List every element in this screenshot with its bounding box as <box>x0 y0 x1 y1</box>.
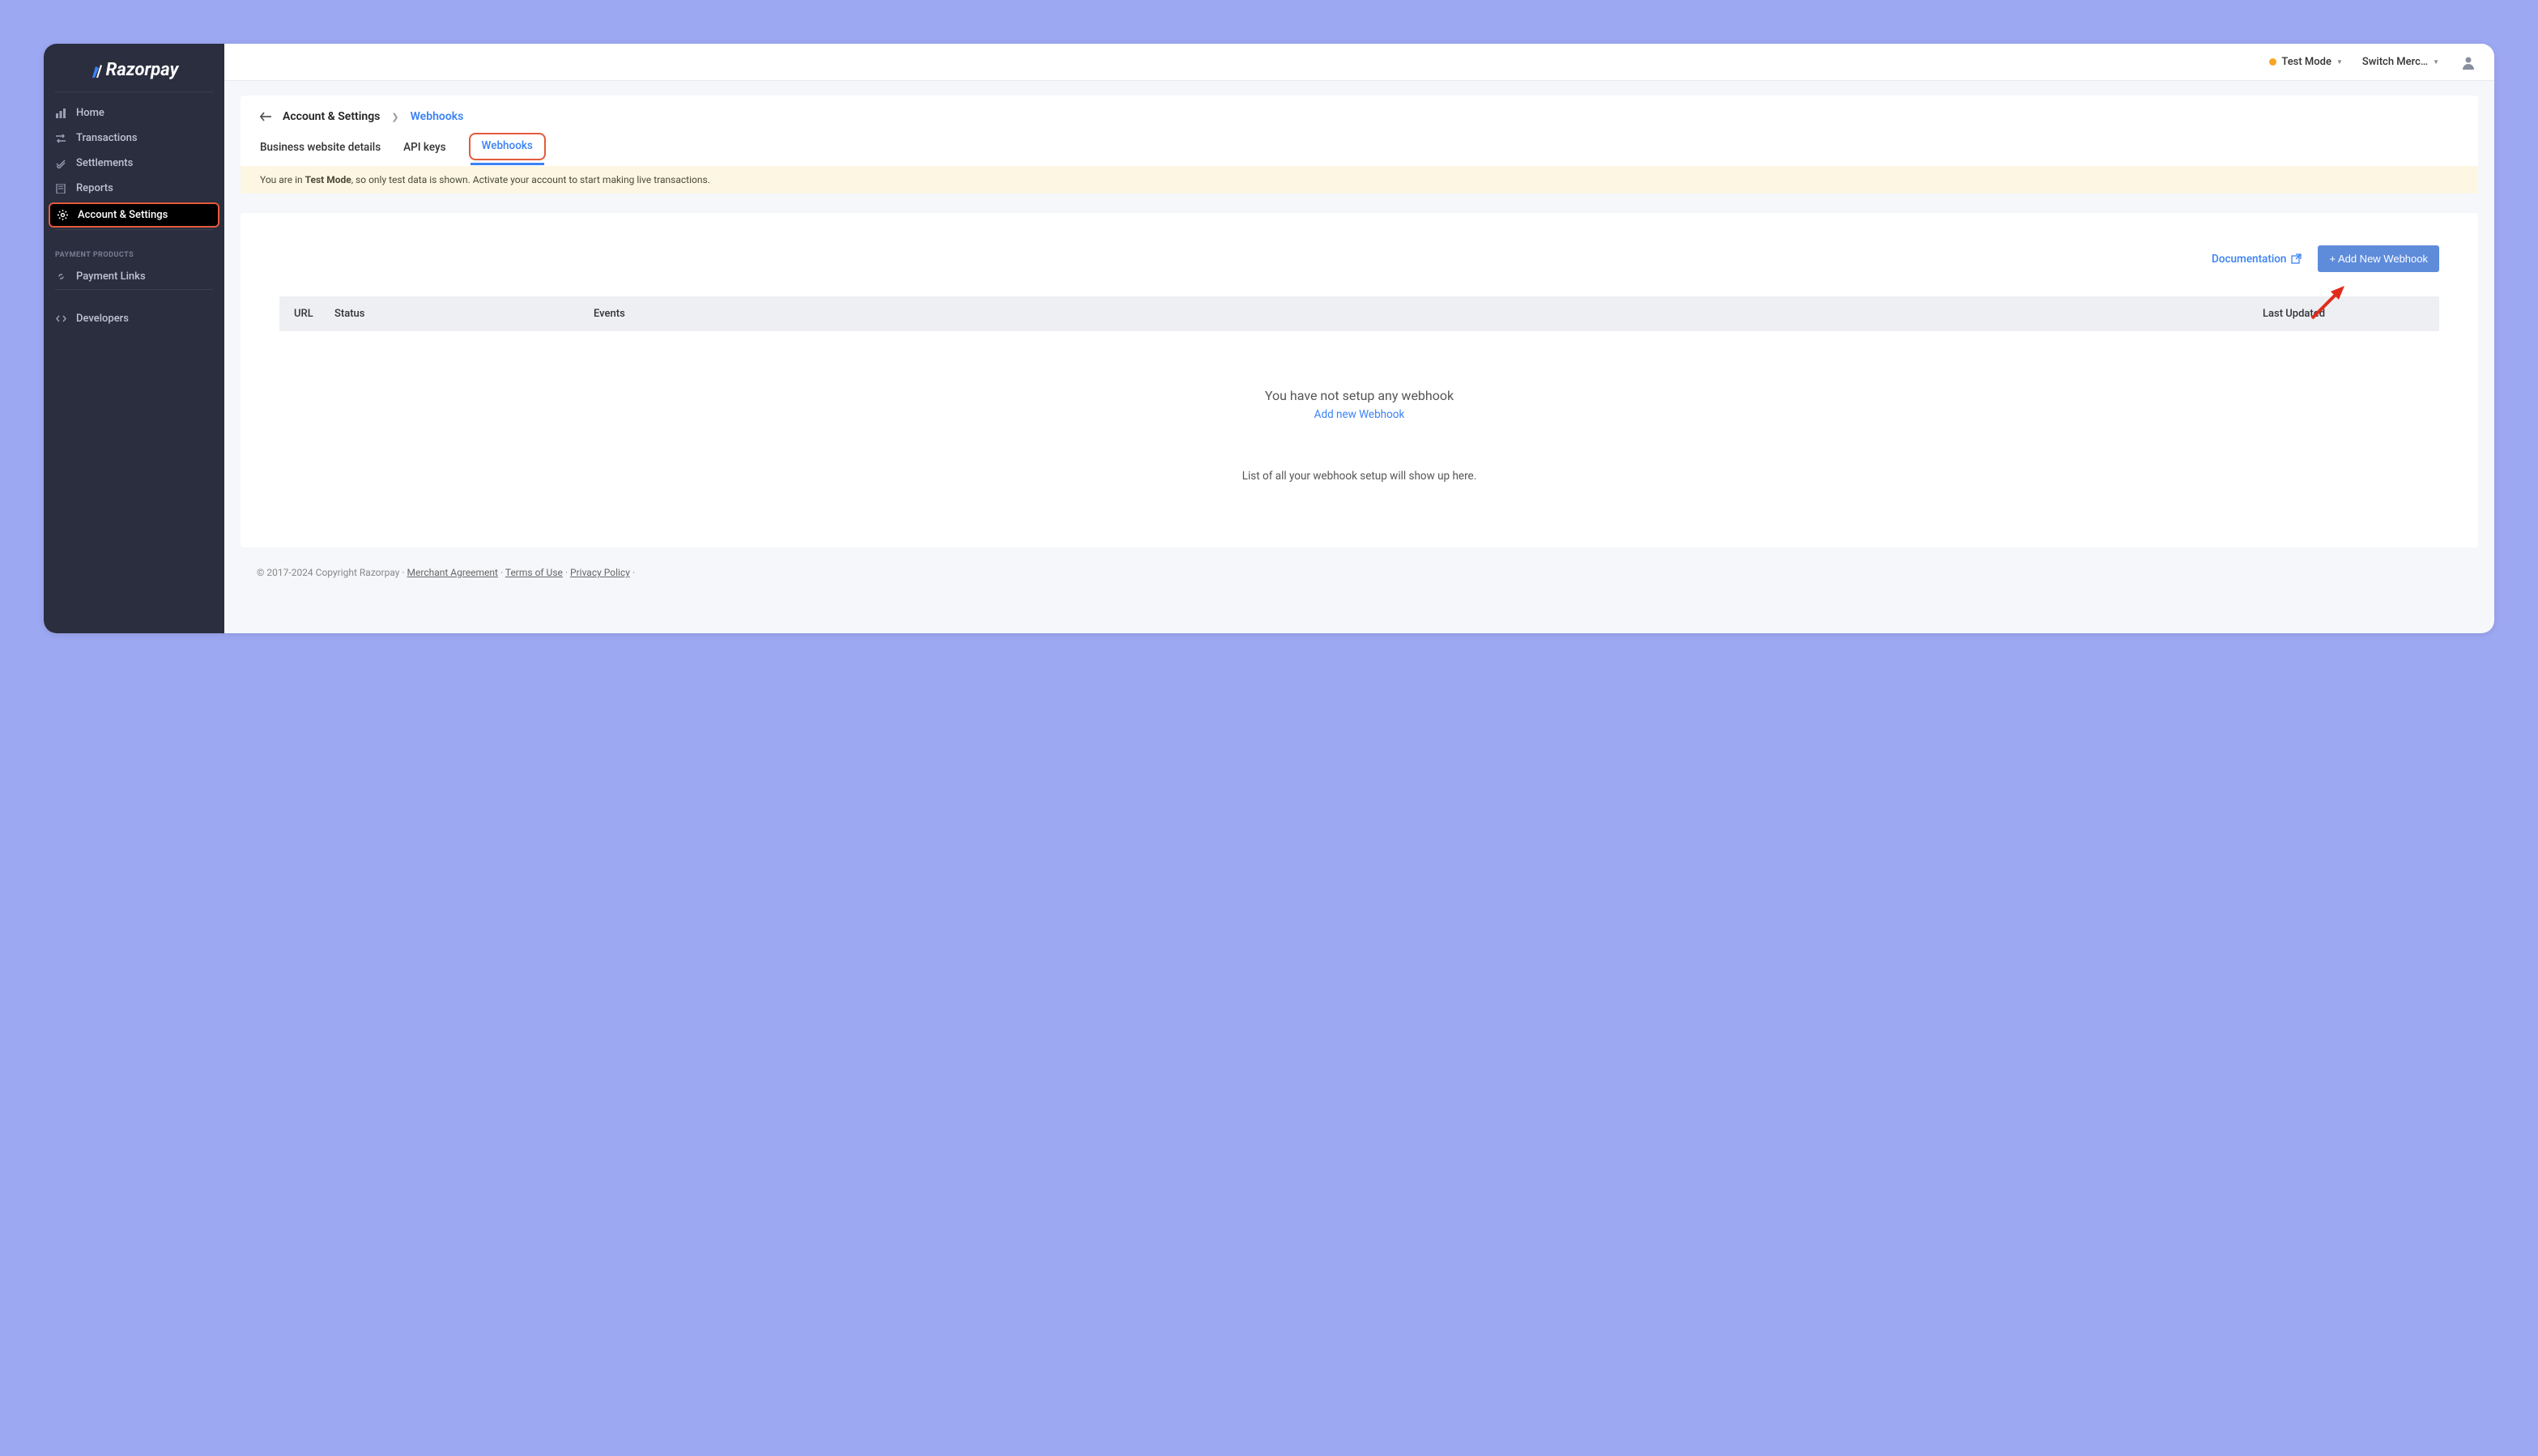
gear-icon <box>57 210 68 221</box>
back-arrow-icon[interactable] <box>260 112 271 121</box>
bar-chart-icon <box>55 108 66 119</box>
link-icon <box>55 271 66 283</box>
test-mode-banner: You are in Test Mode, so only test data … <box>241 166 2478 194</box>
empty-state: You have not setup any webhook Add new W… <box>279 331 2439 499</box>
razorpay-logo-icon <box>90 63 103 78</box>
chevron-right-icon: ❯ <box>391 112 398 122</box>
sidebar-item-reports[interactable]: Reports <box>44 176 224 201</box>
breadcrumb-parent[interactable]: Account & Settings <box>283 110 380 123</box>
sidebar: Razorpay Home Transactions Settlements R… <box>44 44 224 633</box>
webhooks-card: Documentation + Add New Webhook URL Stat… <box>241 213 2478 547</box>
main-area: Test Mode ▼ Switch Merc… ▼ Account & Set… <box>224 44 2494 633</box>
footer-link-terms[interactable]: Terms of Use <box>505 567 563 578</box>
tab-api-keys[interactable]: API keys <box>403 133 445 165</box>
sidebar-item-label: Home <box>76 107 104 119</box>
test-mode-dropdown[interactable]: Test Mode ▼ <box>2269 56 2343 68</box>
table-header-status: Status <box>334 308 594 320</box>
status-dot-icon <box>2269 58 2276 66</box>
sidebar-item-label: Developers <box>76 313 129 325</box>
breadcrumb: Account & Settings ❯ Webhooks <box>241 96 2478 133</box>
actions-row: Documentation + Add New Webhook <box>279 245 2439 272</box>
switch-merchant-label: Switch Merc… <box>2362 56 2428 68</box>
header-card: Account & Settings ❯ Webhooks Business w… <box>241 96 2478 194</box>
sidebar-item-label: Account & Settings <box>78 209 168 221</box>
document-icon <box>55 183 66 194</box>
sidebar-item-label: Reports <box>76 182 113 194</box>
sidebar-section-header: PAYMENT PRODUCTS <box>44 238 224 264</box>
brand-name: Razorpay <box>106 60 179 80</box>
add-webhook-button[interactable]: + Add New Webhook <box>2318 245 2439 272</box>
sidebar-item-home[interactable]: Home <box>44 100 224 126</box>
topbar: Test Mode ▼ Switch Merc… ▼ <box>224 44 2494 81</box>
tabs: Business website details API keys Webhoo… <box>241 133 2478 166</box>
transfer-icon <box>55 133 66 144</box>
sidebar-item-developers[interactable]: Developers <box>44 306 224 331</box>
empty-state-subtitle: List of all your webhook setup will show… <box>279 470 2439 483</box>
empty-state-title: You have not setup any webhook <box>279 388 2439 403</box>
breadcrumb-current: Webhooks <box>411 110 464 123</box>
sidebar-item-transactions[interactable]: Transactions <box>44 126 224 151</box>
sidebar-item-account-settings[interactable]: Account & Settings <box>49 202 219 228</box>
check-icon <box>55 158 66 169</box>
code-icon <box>55 313 66 325</box>
footer-copyright: © 2017-2024 Copyright Razorpay <box>257 567 399 578</box>
tab-business-details[interactable]: Business website details <box>260 133 381 165</box>
switch-merchant-dropdown[interactable]: Switch Merc… ▼ <box>2362 56 2439 68</box>
external-link-icon <box>2291 253 2302 264</box>
add-webhook-link[interactable]: Add new Webhook <box>1314 408 1405 421</box>
sidebar-item-settlements[interactable]: Settlements <box>44 151 224 176</box>
footer-link-merchant-agreement[interactable]: Merchant Agreement <box>407 567 498 578</box>
tab-webhooks[interactable]: Webhooks <box>469 133 546 160</box>
sidebar-item-payment-links[interactable]: Payment Links <box>44 264 224 289</box>
user-avatar-icon[interactable] <box>2459 53 2478 72</box>
content-area: Account & Settings ❯ Webhooks Business w… <box>224 81 2494 633</box>
chevron-down-icon: ▼ <box>2336 58 2343 66</box>
active-tab-indicator <box>471 163 544 165</box>
table-header-url: URL <box>294 308 334 320</box>
sidebar-item-label: Payment Links <box>76 270 146 283</box>
sidebar-item-label: Settlements <box>76 157 133 169</box>
documentation-link[interactable]: Documentation <box>2212 253 2302 266</box>
chevron-down-icon: ▼ <box>2433 58 2439 66</box>
sidebar-item-label: Transactions <box>76 132 138 144</box>
table-header-updated: Last Updated <box>2263 308 2425 320</box>
table-header-events: Events <box>594 308 2263 320</box>
footer-link-privacy[interactable]: Privacy Policy <box>570 567 630 578</box>
app-window: Razorpay Home Transactions Settlements R… <box>44 44 2494 633</box>
mode-label: Test Mode <box>2281 56 2331 68</box>
brand-logo: Razorpay <box>44 44 224 92</box>
footer: © 2017-2024 Copyright Razorpay · Merchan… <box>241 567 2478 594</box>
table-header: URL Status Events Last Updated <box>279 296 2439 331</box>
